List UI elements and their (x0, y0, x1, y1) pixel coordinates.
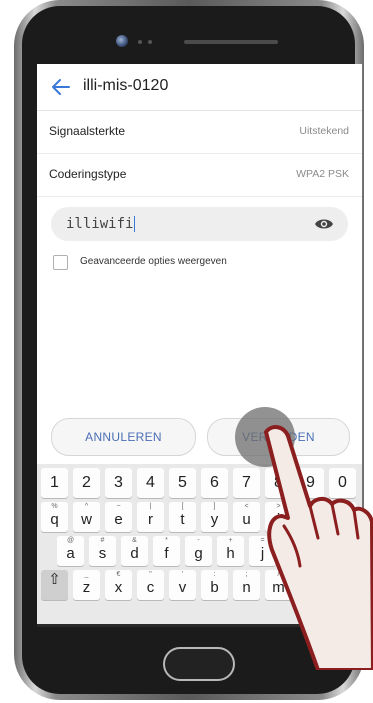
key-label: 2 (82, 474, 91, 491)
eye-icon[interactable] (314, 216, 334, 232)
password-input[interactable]: illiwifi (51, 207, 348, 241)
key-4[interactable]: 4 (137, 468, 164, 498)
page-title: illi-mis-0120 (83, 77, 169, 94)
password-value: illiwifi (66, 216, 136, 232)
key-label: ⇧ (48, 571, 61, 588)
home-button[interactable] (163, 647, 235, 681)
key-label: r (148, 511, 153, 528)
advanced-options-label: Geavanceerde opties weergeven (80, 256, 227, 267)
key-label: h (226, 545, 235, 562)
key-5[interactable]: ] y (201, 502, 228, 532)
advanced-options-checkbox[interactable] (53, 255, 68, 270)
key-symbol: : (213, 571, 216, 578)
key-symbol: ' (181, 571, 184, 578)
key-symbol: ~ (116, 503, 121, 510)
key-symbol: - (197, 537, 200, 544)
key-symbol: * (165, 537, 168, 544)
key-1[interactable]: # s (89, 536, 116, 566)
key-3[interactable]: " c (137, 570, 164, 600)
detail-label: Signaalsterkte (49, 124, 126, 138)
key-label: 6 (210, 474, 219, 491)
key-2[interactable]: 2 (73, 468, 100, 498)
detail-label: Coderingstype (49, 167, 127, 181)
key-symbol: ^ (84, 503, 89, 510)
key-label: v (178, 579, 187, 596)
key-1[interactable]: _ z (73, 570, 100, 600)
key-6[interactable]: 6 (201, 468, 228, 498)
key-label: c (146, 579, 155, 596)
key-label: 3 (114, 474, 123, 491)
key-symbol: # (100, 537, 105, 544)
key-symbol: @ (66, 537, 75, 544)
key-label: 1 (50, 474, 59, 491)
key-5[interactable]: + h (217, 536, 244, 566)
key-2[interactable]: ~ e (105, 502, 132, 532)
key-label: y (210, 511, 219, 528)
key-label: f (164, 545, 169, 562)
key-5[interactable]: 5 (169, 468, 196, 498)
key-symbol: _ (84, 571, 89, 578)
key-symbol: | (149, 503, 152, 510)
key-label: e (114, 511, 123, 528)
cancel-button[interactable]: ANNULEREN (51, 418, 196, 456)
pointing-hand-icon (264, 425, 373, 670)
key-0[interactable]: @ a (57, 536, 84, 566)
key-label: a (66, 545, 75, 562)
key-label: z (82, 579, 91, 596)
front-camera (116, 35, 128, 47)
detail-value: Uitstekend (299, 125, 349, 137)
sensor (138, 40, 142, 44)
key-label: b (210, 579, 219, 596)
app-bar: illi-mis-0120 (37, 64, 362, 111)
key-label: s (98, 545, 107, 562)
detail-row-encryption: Coderingstype WPA2 PSK (37, 154, 362, 197)
key-4[interactable]: ' v (169, 570, 196, 600)
key-0[interactable]: % q (41, 502, 68, 532)
key-label: q (50, 511, 59, 528)
key-symbol: [ (181, 503, 184, 510)
key-symbol: € (116, 571, 121, 578)
key-0[interactable]: ⇧ (41, 570, 68, 600)
key-label: w (81, 511, 92, 528)
key-label: t (180, 511, 185, 528)
key-3[interactable]: | r (137, 502, 164, 532)
detail-value: WPA2 PSK (296, 168, 349, 180)
key-symbol: " (149, 571, 152, 578)
key-5[interactable]: :b (201, 570, 228, 600)
key-3[interactable]: * f (153, 536, 180, 566)
key-symbol: ] (213, 503, 216, 510)
key-label: x (114, 579, 123, 596)
arrow-left-icon[interactable] (50, 76, 72, 98)
key-label: d (130, 545, 139, 562)
key-symbol: % (51, 503, 58, 510)
key-symbol: + (228, 537, 233, 544)
detail-row-signal: Signaalsterkte Uitstekend (37, 111, 362, 154)
key-3[interactable]: 3 (105, 468, 132, 498)
key-2[interactable]: € x (105, 570, 132, 600)
key-1[interactable]: ^ w (73, 502, 100, 532)
text-cursor (134, 216, 136, 232)
key-4[interactable]: [t (169, 502, 196, 532)
sensor (148, 40, 152, 44)
key-label: 5 (178, 474, 187, 491)
key-label: 4 (146, 474, 155, 491)
earpiece-speaker (184, 40, 278, 44)
key-2[interactable]: & d (121, 536, 148, 566)
key-4[interactable]: -g (185, 536, 212, 566)
key-1[interactable]: 1 (41, 468, 68, 498)
key-symbol: & (132, 537, 137, 544)
key-label: g (194, 545, 203, 562)
